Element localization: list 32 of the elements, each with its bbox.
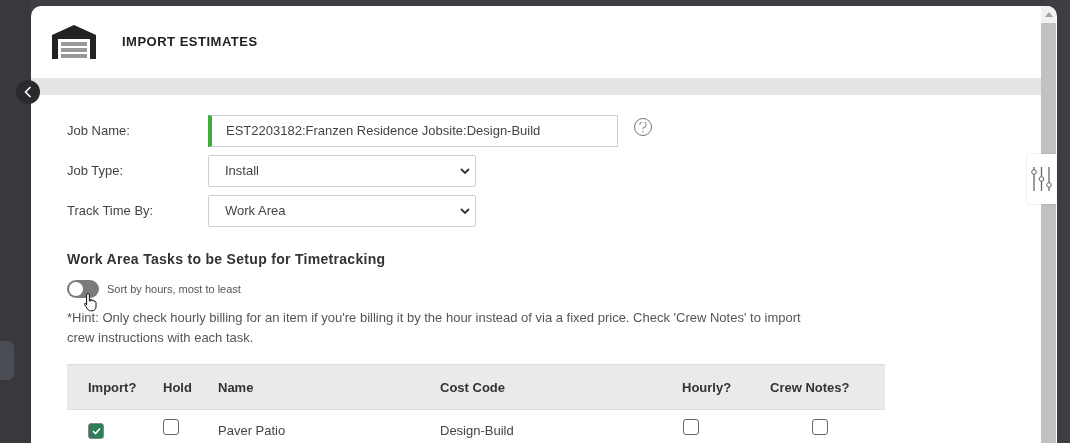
checkmark-icon [91,427,101,435]
hint-text: *Hint: Only check hourly billing for an item if you're billing it by the hour instead of via a fixed price. Check 'Crew Notes' to import crew instructions with each task. [67,309,802,347]
select-field[interactable]: Install [208,155,476,187]
sliders-icon [1031,166,1053,192]
column-header: Cost Code [440,380,505,395]
checkbox[interactable] [812,419,828,435]
hand-cursor-icon [83,292,99,312]
field-label: Job Name: [67,122,131,141]
scroll-up-icon[interactable] [1044,12,1053,17]
toggle-switch[interactable] [67,280,99,298]
chevron-down-icon [460,207,470,215]
section-title: Work Area Tasks to be Setup for Timetracking [67,250,387,269]
column-header: Hourly? [682,380,732,395]
chevron-left-icon [24,86,32,98]
text-field[interactable]: EST2203182:Franzen Residence Jobsite:Design-Build [208,115,618,147]
table-cell: Design-Build [440,423,514,438]
field-label: Job Type: [67,162,125,181]
column-header: Hold [163,380,192,395]
checkbox[interactable] [88,423,104,439]
garage-icon [52,25,96,59]
table-cell: Paver Patio [218,423,286,438]
checkbox[interactable] [163,419,179,435]
select-field[interactable]: Work Area [208,195,476,227]
column-header: Import? [88,380,137,395]
toggle-label: Sort by hours, most to least [107,281,241,297]
checkbox[interactable] [683,419,699,435]
dialog-title: IMPORT ESTIMATES [122,33,258,52]
column-header: Name [218,380,254,395]
field-label: Track Time By: [67,202,155,221]
chevron-down-icon [460,167,470,175]
column-header: Crew Notes? [770,380,850,395]
filter-tab[interactable] [1027,154,1057,204]
